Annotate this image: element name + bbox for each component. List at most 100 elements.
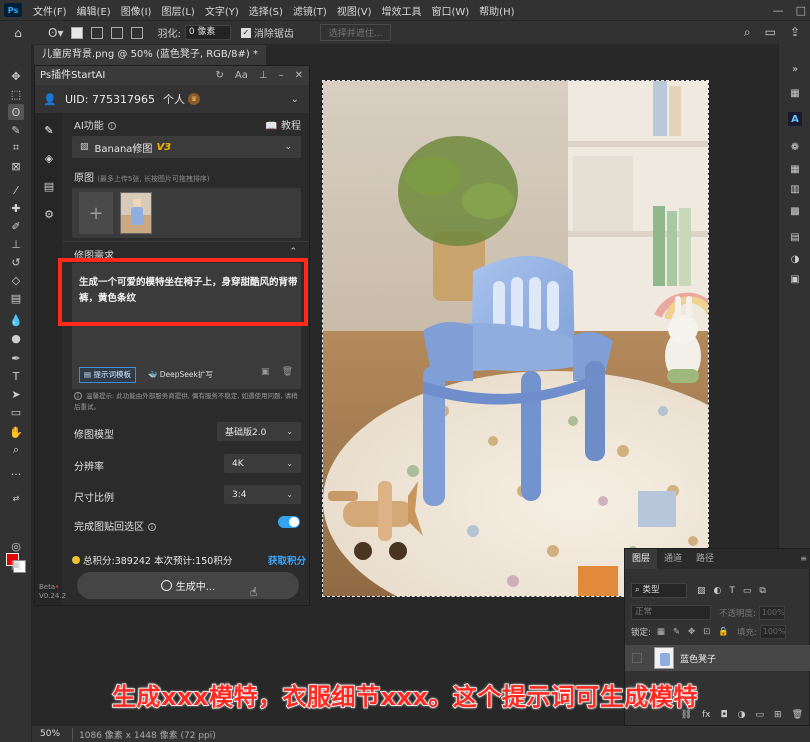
eraser-tool-icon[interactable]: ◇ — [8, 272, 24, 288]
zoom-level[interactable]: 50% — [40, 729, 60, 739]
pen-tool-icon[interactable]: ✒ — [8, 350, 24, 366]
visibility-toggle[interactable] — [632, 653, 642, 663]
document-info[interactable]: 1086 像素 x 1448 像素 (72 ppi) — [72, 727, 216, 741]
info-icon[interactable]: i — [148, 523, 156, 531]
trash-icon[interactable]: 🗑 — [282, 367, 293, 377]
frame-tool-icon[interactable]: ⊠ — [8, 158, 24, 174]
resolution-dropdown[interactable]: 4K ⌄ — [224, 454, 301, 473]
path-select-icon[interactable]: ➤ — [8, 386, 24, 402]
subtract-selection-icon[interactable] — [111, 26, 124, 39]
move-tool-icon[interactable]: ✥ — [8, 68, 24, 84]
layer-name[interactable]: 蓝色凳子 — [680, 652, 716, 665]
generate-button[interactable]: 生成中... — [77, 572, 299, 599]
blend-mode-select[interactable]: 正常 — [631, 605, 711, 620]
edit-icon[interactable]: ✎ — [42, 123, 56, 137]
info-icon[interactable]: i — [107, 122, 116, 130]
history-panel-icon[interactable]: ▦ — [788, 86, 802, 100]
settings-icon[interactable]: ⚙ — [42, 207, 56, 221]
chevron-down-icon[interactable]: ⌄ — [291, 94, 299, 105]
screen-mode-icon[interactable]: ▣ — [8, 556, 24, 572]
menu-image[interactable]: 图像(I) — [116, 3, 157, 18]
lock-artboard-icon[interactable]: ⊡ — [703, 627, 710, 637]
filter-type-icon[interactable]: T — [729, 586, 735, 596]
shape-tool-icon[interactable]: ▭ — [8, 404, 24, 420]
menu-view[interactable]: 视图(V) — [332, 3, 377, 18]
collapse-panels-icon[interactable]: » — [788, 62, 802, 76]
paste-back-toggle[interactable] — [278, 516, 300, 528]
prompt-template-button[interactable]: ▤ 提示词模板 — [79, 367, 136, 383]
gradient-tool-icon[interactable]: ▤ — [8, 290, 24, 306]
crop-tool-icon[interactable]: ⌗ — [8, 140, 24, 156]
workspace-icon[interactable]: ▭ — [765, 25, 776, 40]
layer-filter-select[interactable]: ⌕ 类型 — [631, 583, 687, 598]
stamp-tool-icon[interactable]: ⊥ — [8, 236, 24, 252]
filter-smart-icon[interactable]: ⧉ — [759, 586, 765, 596]
healing-tool-icon[interactable]: ✚ — [8, 200, 24, 216]
swap-colors-icon[interactable]: ⇄ — [8, 490, 24, 506]
opacity-input[interactable]: 100% — [758, 605, 785, 620]
tab-paths[interactable]: 路径 — [689, 549, 721, 569]
home-icon[interactable]: ⌂ — [10, 25, 26, 41]
tutorial-link[interactable]: 📖 教程 — [265, 117, 301, 132]
lock-move-icon[interactable]: ✥ — [688, 627, 695, 637]
antialias-checkbox[interactable]: ✓ — [240, 27, 251, 38]
ratio-dropdown[interactable]: 3:4 ⌄ — [224, 485, 301, 504]
history-brush-icon[interactable]: ↺ — [8, 254, 24, 270]
lasso-tool-icon[interactable]: ʘ▾ — [48, 26, 63, 40]
source-image-thumbnail[interactable] — [120, 192, 152, 234]
history-icon[interactable]: ▣ — [261, 367, 270, 377]
prompt-text[interactable]: 生成一个可爱的模特坐在椅子上，身穿甜酷风的背带裤，黄色条纹 — [79, 275, 301, 307]
type-tool-icon[interactable]: T — [8, 368, 24, 384]
maximize-icon[interactable]: □ — [796, 4, 806, 17]
tab-channels[interactable]: 通道 — [657, 549, 689, 569]
get-credits-link[interactable]: 获取积分 — [268, 553, 306, 567]
patterns-panel-icon[interactable]: ▩ — [788, 204, 802, 218]
menu-window[interactable]: 窗口(W) — [426, 3, 474, 18]
add-image-button[interactable]: + — [79, 192, 113, 234]
feather-input[interactable]: 0 像素 — [184, 25, 231, 40]
document-icon[interactable]: ▤ — [42, 179, 56, 193]
font-size-icon[interactable]: Aa — [235, 66, 248, 85]
adjustments-panel-icon[interactable]: ◑ — [788, 252, 802, 266]
dodge-tool-icon[interactable]: ● — [8, 330, 24, 346]
menu-file[interactable]: 文件(F) — [28, 3, 72, 18]
panel-menu-icon[interactable]: ≡ — [800, 554, 807, 563]
menu-filter[interactable]: 滤镜(T) — [288, 3, 332, 18]
filter-shape-icon[interactable]: ▭ — [743, 586, 752, 596]
menu-plugins[interactable]: 增效工具 — [376, 3, 426, 18]
refresh-icon[interactable]: ↻ — [216, 66, 224, 85]
tab-layers[interactable]: 图层 — [625, 549, 658, 569]
properties-panel-icon[interactable]: ▤ — [788, 230, 802, 244]
intersect-selection-icon[interactable] — [131, 26, 144, 39]
marquee-tool-icon[interactable]: ⬚ — [8, 86, 24, 102]
fill-input[interactable]: 100% — [759, 625, 786, 639]
menu-help[interactable]: 帮助(H) — [474, 3, 519, 18]
quick-mask-icon[interactable]: ◎ — [8, 538, 24, 554]
deepseek-expand-button[interactable]: 🐳 DeepSeek扩写 — [148, 367, 213, 383]
prompt-textarea[interactable]: 生成一个可爱的模特坐在椅子上，身穿甜酷风的背带裤，黄色条纹 ▤ 提示词模板 🐳 … — [72, 263, 301, 389]
lasso-tool-icon[interactable]: ʘ — [8, 104, 24, 120]
brush-tool-icon[interactable]: ✐ — [8, 218, 24, 234]
more-tools-icon[interactable]: ··· — [8, 466, 24, 482]
zoom-tool-icon[interactable]: ⌕ — [8, 442, 24, 458]
lock-paint-icon[interactable]: ✎ — [673, 627, 680, 637]
color-panel-icon[interactable]: ❁ — [788, 140, 802, 154]
startai-plugin-icon[interactable]: A — [788, 112, 802, 126]
minimize-icon[interactable]: — — [773, 4, 784, 17]
model-dropdown[interactable]: 基础版2.0 ⌄ — [217, 422, 301, 441]
lock-all-icon[interactable]: 🔒 — [718, 627, 729, 637]
document-tab[interactable]: 儿童房背景.png @ 50% (蓝色凳子, RGB/8#) * — [34, 45, 266, 65]
menu-layer[interactable]: 图层(L) — [156, 3, 199, 18]
hand-tool-icon[interactable]: ✋ — [8, 424, 24, 440]
share-icon[interactable]: ⇪ — [790, 25, 800, 40]
chevron-up-icon[interactable]: ⌃ — [289, 247, 297, 257]
menu-select[interactable]: 选择(S) — [244, 3, 288, 18]
quick-select-tool-icon[interactable]: ✎ — [8, 122, 24, 138]
filter-adjust-icon[interactable]: ◐ — [714, 586, 722, 596]
swatches-panel-icon[interactable]: ▦ — [788, 162, 802, 176]
account-row[interactable]: 👤 UID: 775317965 个人 ♛ ⌄ — [35, 85, 309, 113]
ai-function-dropdown[interactable]: ▨ Banana修图 V3 ⌄ — [72, 136, 301, 158]
search-icon[interactable]: ⌕ — [744, 25, 751, 40]
layer-row[interactable]: 蓝色凳子 — [625, 645, 810, 671]
layers-icon[interactable]: ◈ — [42, 151, 56, 165]
